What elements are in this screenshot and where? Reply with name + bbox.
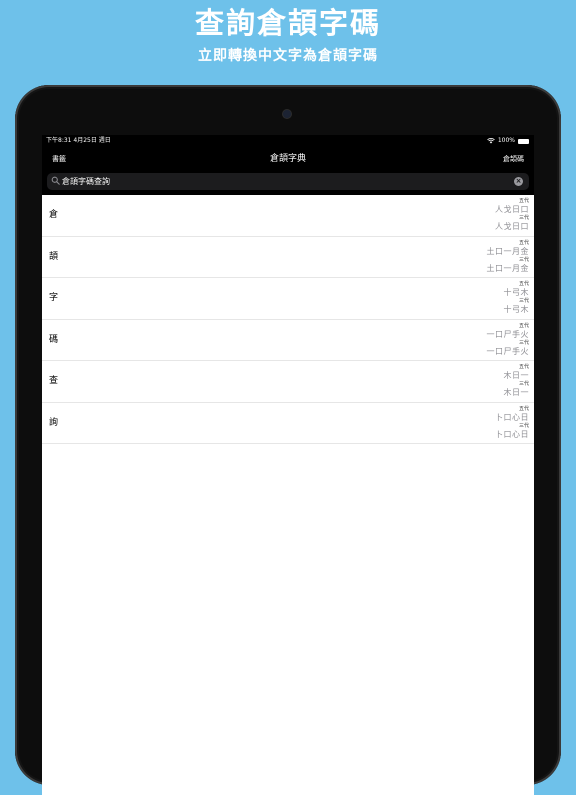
list-item[interactable]: 詢 五代 卜口心日 三代 卜口心日 bbox=[42, 403, 534, 444]
list-item[interactable]: 倉 五代 人戈日口 三代 人戈日口 bbox=[42, 195, 534, 237]
code-block: 五代 卜口心日 三代 卜口心日 bbox=[495, 406, 529, 440]
gen3-code: 卜口心日 bbox=[495, 429, 529, 439]
top-bar: 下午8:31 4月25日 週日 100% 書籤 倉頡字典 倉頡碼 倉頡字碼查詢 … bbox=[42, 135, 534, 195]
result-list: 倉 五代 人戈日口 三代 人戈日口 頡 五代 土口一月金 三代 土口一月金 字 bbox=[42, 195, 534, 444]
battery-icon bbox=[518, 138, 529, 144]
gen3-code: 土口一月金 bbox=[486, 263, 529, 273]
list-item-char: 碼 bbox=[49, 334, 59, 345]
gen3-code: 十弓木 bbox=[503, 305, 529, 314]
gen5-code: 一口尸手火 bbox=[486, 329, 529, 339]
code-block: 五代 十弓木 三代 十弓木 bbox=[504, 281, 530, 315]
list-item[interactable]: 字 五代 十弓木 三代 十弓木 bbox=[42, 278, 534, 320]
battery-percent: 100% bbox=[497, 137, 515, 144]
list-item-char: 字 bbox=[49, 293, 59, 303]
tablet-frame: 下午8:31 4月25日 週日 100% 書籤 倉頡字典 倉頡碼 倉頡字碼查詢 … bbox=[15, 85, 561, 795]
gen3-code: 一口尸手火 bbox=[486, 346, 529, 356]
gen5-code: 十弓木 bbox=[503, 288, 529, 297]
promo-subtitle: 立即轉換中文字為倉頡字碼 bbox=[198, 48, 378, 64]
search-input[interactable] bbox=[62, 173, 502, 190]
status-bar: 下午8:31 4月25日 週日 100% bbox=[42, 135, 534, 147]
nav-title: 倉頡字典 bbox=[269, 154, 306, 164]
list-item[interactable]: 頡 五代 土口一月金 三代 土口一月金 bbox=[42, 237, 534, 278]
code-block: 五代 土口一月金 三代 土口一月金 bbox=[487, 240, 530, 274]
list-item-char: 詢 bbox=[49, 417, 59, 428]
list-item-char: 倉 bbox=[49, 210, 59, 220]
bookmarks-button[interactable]: 書籤 bbox=[52, 149, 66, 169]
code-block: 五代 一口尸手火 三代 一口尸手火 bbox=[487, 323, 530, 357]
gen5-code: 木日一 bbox=[503, 371, 529, 380]
gen5-code: 土口一月金 bbox=[486, 246, 529, 256]
app-screen: 下午8:31 4月25日 週日 100% 書籤 倉頡字典 倉頡碼 倉頡字碼查詢 … bbox=[42, 135, 534, 795]
promo-title: 查詢倉頡字碼 bbox=[194, 6, 381, 40]
status-indicators: 100% bbox=[487, 135, 529, 147]
nav-bar: 書籤 倉頡字典 倉頡碼 bbox=[42, 149, 534, 169]
gen3-code: 木日一 bbox=[503, 388, 529, 397]
gen5-code: 人戈日口 bbox=[495, 205, 529, 214]
list-item[interactable]: 查 五代 木日一 三代 木日一 bbox=[42, 361, 534, 403]
code-block: 五代 木日一 三代 木日一 bbox=[504, 364, 530, 398]
search-icon bbox=[51, 176, 60, 185]
wifi-icon bbox=[487, 138, 495, 144]
gen5-code: 卜口心日 bbox=[495, 412, 529, 422]
search-bar[interactable]: × bbox=[47, 173, 529, 190]
list-item[interactable]: 碼 五代 一口尸手火 三代 一口尸手火 bbox=[42, 320, 534, 361]
list-item-char: 查 bbox=[49, 376, 59, 386]
clear-icon[interactable]: × bbox=[514, 177, 523, 186]
gen3-code: 人戈日口 bbox=[495, 222, 529, 231]
status-time: 下午8:31 4月25日 週日 bbox=[46, 137, 111, 144]
cangjie-code-button[interactable]: 倉頡碼 bbox=[503, 149, 524, 169]
list-item-char: 頡 bbox=[49, 251, 59, 262]
code-block: 五代 人戈日口 三代 人戈日口 bbox=[495, 198, 529, 232]
camera-icon bbox=[283, 110, 291, 118]
